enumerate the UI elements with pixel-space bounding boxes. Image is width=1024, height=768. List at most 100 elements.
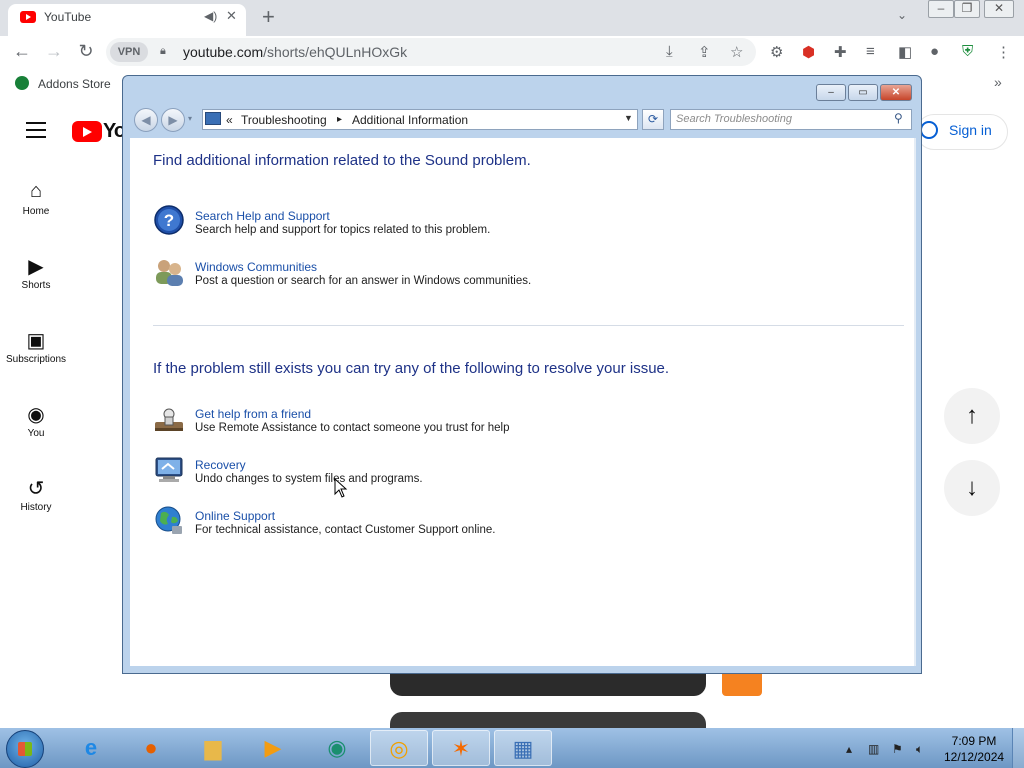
media-queue-icon[interactable]: ≡: [866, 43, 875, 60]
recovery-desc: Undo changes to system files and program…: [195, 473, 423, 485]
speaker-icon[interactable]: ◀): [204, 9, 217, 23]
url-text[interactable]: youtube.com/shorts/ehQULnHOxGk: [183, 44, 407, 60]
tab-search-chevron-icon[interactable]: ⌄: [897, 8, 907, 22]
explorer-forward-icon[interactable]: ▶: [161, 108, 185, 132]
hamburger-menu-icon[interactable]: [26, 122, 46, 143]
youtube-favicon-icon: [20, 11, 36, 23]
site-info-icon[interactable]: 🔒︎: [160, 45, 166, 58]
windows-communities-link[interactable]: Windows Communities: [195, 260, 317, 274]
window-close-button[interactable]: ✕: [880, 84, 912, 101]
search-placeholder: Search Troubleshooting: [676, 113, 792, 125]
sign-in-label[interactable]: Sign in: [949, 122, 992, 138]
back-icon[interactable]: ←: [12, 41, 32, 62]
recovery-link[interactable]: Recovery: [195, 458, 246, 472]
remote-assistance-icon[interactable]: [153, 404, 185, 436]
refresh-icon[interactable]: ⟳: [642, 109, 664, 130]
browser-close-button[interactable]: ✕: [984, 0, 1014, 18]
extension-gear-icon[interactable]: ⚙: [770, 43, 783, 61]
youtube-logo-icon[interactable]: [72, 121, 102, 142]
history-icon: ↺: [27, 478, 45, 500]
globe-icon[interactable]: [153, 504, 185, 536]
help-icon[interactable]: ?: [153, 204, 185, 236]
window-minimize-button[interactable]: –: [816, 84, 846, 101]
search-help-support-link[interactable]: Search Help and Support: [195, 209, 330, 223]
url-host: youtube.com: [183, 44, 264, 60]
sidebar-label-shorts: Shorts: [21, 280, 51, 291]
forward-icon[interactable]: →: [44, 41, 64, 62]
control-panel-taskbar-icon[interactable]: ▦: [494, 730, 552, 766]
chat-app-icon[interactable]: ◉: [308, 730, 366, 766]
breadcrumb-separator-icon[interactable]: ▸: [337, 114, 342, 125]
extensions-puzzle-icon[interactable]: ✚: [834, 43, 847, 61]
side-panel-icon[interactable]: ◧: [898, 43, 912, 61]
sidebar-item-home[interactable]: ⌂ Home: [0, 180, 72, 217]
addons-store-icon[interactable]: [15, 76, 29, 90]
install-app-icon[interactable]: ⤓: [666, 43, 673, 60]
mouse-cursor-icon: [334, 477, 348, 503]
show-desktop-button[interactable]: [1012, 728, 1024, 768]
online-support-link[interactable]: Online Support: [195, 509, 275, 523]
previous-short-button[interactable]: ↑: [944, 388, 1000, 444]
get-help-friend-link[interactable]: Get help from a friend: [195, 407, 311, 421]
profile-avatar-icon[interactable]: ●: [930, 43, 939, 60]
svg-text:?: ?: [164, 211, 174, 230]
control-panel-icon: [205, 112, 221, 125]
recent-pages-chevron-icon[interactable]: ▾: [188, 114, 192, 123]
chrome-browser-icon[interactable]: ◎: [370, 730, 428, 766]
sidebar-label-history: History: [20, 502, 52, 513]
browser-minimize-button[interactable]: –: [928, 0, 954, 18]
reload-icon[interactable]: ↻: [76, 41, 96, 62]
sidebar-item-you[interactable]: ◉ You: [0, 402, 72, 439]
sidebar-item-subscriptions[interactable]: ▣ Subscriptions: [0, 328, 72, 365]
account-circle-icon: [920, 121, 938, 139]
next-short-preview[interactable]: [390, 712, 706, 728]
adblock-extension-icon[interactable]: ⬢: [802, 43, 815, 61]
media-player-icon[interactable]: ▶: [244, 730, 302, 766]
breadcrumb-additional-information[interactable]: Additional Information: [352, 113, 468, 127]
vpn-badge[interactable]: VPN: [110, 42, 148, 62]
volume-muted-icon[interactable]: 🔈︎: [916, 742, 923, 757]
shorts-icon: ▶: [28, 256, 44, 278]
clock-date: 12/12/2024: [944, 750, 1005, 764]
section-heading-resolve: If the problem still exists you can try …: [153, 360, 670, 377]
address-dropdown-icon[interactable]: ▼: [624, 113, 633, 123]
action-center-flag-icon[interactable]: ⚑: [892, 742, 903, 756]
browser-menu-icon[interactable]: ⋮: [996, 43, 1011, 61]
breadcrumb-overflow[interactable]: «: [226, 113, 233, 127]
network-icon[interactable]: ▥: [868, 742, 879, 756]
avast-icon[interactable]: ✶: [432, 730, 490, 766]
internet-explorer-icon[interactable]: e: [62, 730, 120, 766]
security-shield-icon[interactable]: ⛨: [962, 43, 973, 60]
firefox-icon[interactable]: ●: [122, 730, 180, 766]
next-short-button[interactable]: ↓: [944, 460, 1000, 516]
clock-time: 7:09 PM: [951, 734, 997, 748]
window-maximize-button[interactable]: ▭: [848, 84, 878, 101]
taskbar-clock[interactable]: 7:09 PM 12/12/2024: [944, 733, 1004, 765]
bookmark-star-icon[interactable]: ☆: [730, 43, 743, 61]
browser-restore-button[interactable]: ❐: [954, 0, 980, 18]
show-hidden-icons-chevron[interactable]: ▴: [846, 742, 852, 756]
file-explorer-icon[interactable]: ▆: [184, 730, 242, 766]
new-tab-button[interactable]: +: [262, 4, 275, 30]
sidebar-item-history[interactable]: ↺ History: [0, 476, 72, 513]
tab-close-icon[interactable]: ✕: [226, 8, 237, 24]
bookmarks-overflow-icon[interactable]: »: [994, 74, 1002, 90]
windows-communities-desc: Post a question or search for an answer …: [195, 275, 532, 287]
channel-thumbnail[interactable]: [722, 672, 762, 696]
content-scrollbar[interactable]: [914, 138, 916, 666]
start-button[interactable]: [6, 730, 44, 768]
account-icon: ◉: [27, 404, 45, 426]
sidebar-item-shorts[interactable]: ▶ Shorts: [0, 254, 72, 291]
explorer-back-icon[interactable]: ◀: [134, 108, 158, 132]
community-icon[interactable]: [153, 256, 185, 288]
sidebar-label-subscriptions: Subscriptions: [5, 354, 67, 365]
sidebar-label-you: You: [27, 428, 45, 439]
search-icon[interactable]: ⚲: [894, 111, 903, 125]
recovery-icon[interactable]: [153, 454, 185, 486]
share-icon[interactable]: ⇪: [698, 43, 711, 61]
subscriptions-icon: ▣: [26, 330, 46, 352]
sidebar-label-home: Home: [22, 206, 50, 217]
breadcrumb-troubleshooting[interactable]: Troubleshooting: [241, 113, 327, 127]
short-video-player[interactable]: [390, 672, 706, 696]
bookmark-addons-store[interactable]: Addons Store: [38, 77, 111, 91]
